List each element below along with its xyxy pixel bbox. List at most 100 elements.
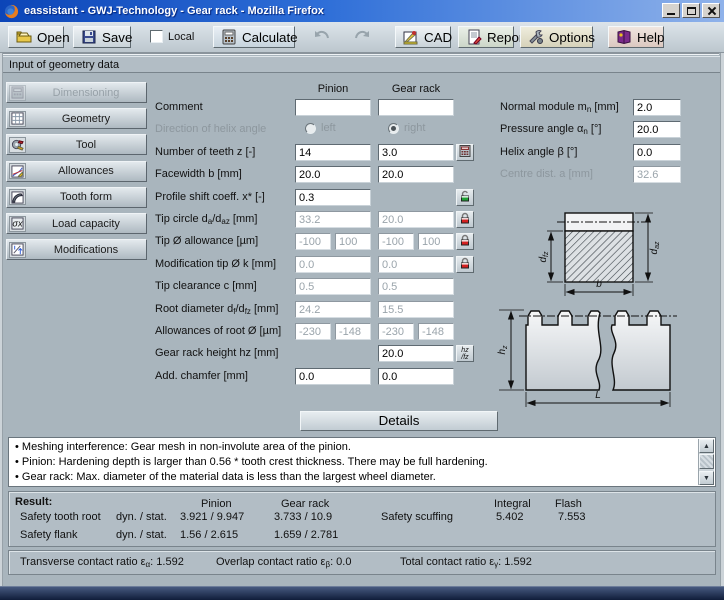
- pinion-field-upper: [335, 233, 371, 250]
- pinion-field[interactable]: [295, 99, 371, 116]
- result-extra: Safety scuffing: [381, 511, 453, 523]
- dimensioning-icon: [9, 85, 26, 101]
- close-button[interactable]: [702, 3, 720, 18]
- scroll-down-icon[interactable]: ▼: [699, 471, 714, 485]
- cad-drawing-icon: [403, 29, 419, 45]
- save-button[interactable]: Save: [73, 26, 131, 48]
- calculate-button[interactable]: Calculate: [213, 26, 295, 48]
- result-title: Result:: [15, 496, 52, 508]
- sidebar-item-label: Tooth form: [26, 191, 146, 203]
- window-title: eassistant - GWJ-Technology - Gear rack …: [24, 5, 324, 17]
- warnings-scrollbar[interactable]: ▲ ▼: [698, 439, 714, 485]
- result-header-gear-rack: Gear rack: [281, 498, 329, 510]
- details-button[interactable]: Details: [300, 411, 498, 431]
- calculate-label: Calculate: [242, 30, 298, 45]
- gear-rack-field: [378, 211, 454, 228]
- param-field[interactable]: [633, 144, 681, 161]
- calculate-teeth-button[interactable]: [456, 144, 474, 161]
- pinion-field[interactable]: [295, 368, 371, 385]
- gear-rack-field: [378, 278, 454, 295]
- helix-radio-label: left: [321, 122, 336, 135]
- gear-rack-field[interactable]: [378, 166, 454, 183]
- sidebar-item-dimensioning[interactable]: Dimensioning: [6, 82, 147, 103]
- sidebar-item-label: Modifications: [26, 244, 146, 256]
- result-label: Safety flank: [20, 529, 77, 541]
- minimize-button[interactable]: [662, 3, 680, 18]
- pinion-field[interactable]: [295, 144, 371, 161]
- result-integral: 5.402: [496, 511, 524, 523]
- result-pinion: 3.921 / 9.947: [180, 511, 244, 523]
- lock-closed-icon: [459, 212, 471, 227]
- lock-field-button[interactable]: [456, 211, 474, 228]
- allowances-icon: [9, 163, 26, 179]
- helix-radio-left[interactable]: [305, 123, 316, 134]
- param-field[interactable]: [633, 99, 681, 116]
- undo-icon: [313, 29, 331, 46]
- open-button[interactable]: Open: [8, 26, 64, 48]
- sidebar-item-label: Tool: [26, 139, 146, 151]
- lock-field-button[interactable]: [456, 233, 474, 250]
- ratio-label: Transverse contact ratio εα:: [20, 556, 153, 568]
- help-button[interactable]: Help: [608, 26, 664, 48]
- lock-open-icon: [459, 190, 471, 205]
- pinion-field-lower: [295, 323, 331, 340]
- param-label-centre-dist-a-mm: Centre dist. a [mm]: [500, 166, 630, 183]
- param-field[interactable]: [633, 121, 681, 138]
- sidebar-item-label: Dimensioning: [26, 87, 146, 99]
- scroll-up-icon[interactable]: ▲: [699, 439, 714, 453]
- gear-rack-field[interactable]: [378, 144, 454, 161]
- gear-rack-field[interactable]: [378, 345, 454, 362]
- maximize-icon: [687, 7, 696, 15]
- local-checkbox[interactable]: [150, 30, 163, 43]
- tool-icon: [9, 137, 26, 153]
- redo-icon: [353, 29, 371, 46]
- result-gear: 3.733 / 10.9: [274, 511, 332, 523]
- undo-button: [306, 27, 338, 47]
- redo-button: [346, 27, 378, 47]
- save-label: Save: [102, 30, 132, 45]
- result-header-flash: Flash: [555, 498, 582, 510]
- lock-closed-icon: [459, 257, 471, 272]
- sidebar-item-modifications[interactable]: Modifications: [6, 239, 147, 260]
- sidebar-item-tool[interactable]: Tool: [6, 134, 147, 155]
- ratio-label: Total contact ratio εγ:: [400, 556, 501, 568]
- maximize-button[interactable]: [682, 3, 700, 18]
- sidebar-item-geometry[interactable]: Geometry: [6, 108, 147, 129]
- sidebar-item-load-capacity[interactable]: σxLoad capacity: [6, 213, 147, 234]
- options-button[interactable]: Options: [520, 26, 593, 48]
- sidebar-item-tooth-form[interactable]: Tooth form: [6, 187, 147, 208]
- unlock-field-button[interactable]: [456, 189, 474, 206]
- contact-ratio-panel: Transverse contact ratio εα: 1.592Overla…: [8, 550, 716, 575]
- ratio-value: 0.0: [333, 556, 351, 568]
- warning-message: Pinion: Hardening depth is larger than 0…: [15, 455, 695, 470]
- gear-rack-field: [378, 256, 454, 273]
- firefox-icon: [4, 4, 19, 19]
- hz-fz-toggle-button[interactable]: hz/fz: [456, 345, 474, 362]
- scrollbar-thumb[interactable]: [699, 454, 714, 469]
- lock-field-button[interactable]: [456, 256, 474, 273]
- gear-rack-field[interactable]: [378, 99, 454, 116]
- svg-text:dfz: dfz: [538, 251, 550, 263]
- gear-rack-field-upper: [418, 233, 454, 250]
- gear-rack-field[interactable]: [378, 368, 454, 385]
- calculator-icon: [221, 29, 237, 45]
- ratio-value: 1.592: [153, 556, 184, 568]
- pinion-field-upper: [335, 323, 371, 340]
- result-mode: dyn. / stat.: [116, 511, 167, 523]
- toolbar-separator: [3, 53, 719, 55]
- warning-message: Gear rack: Max. diameter of the material…: [15, 470, 695, 485]
- contact-ratio-0: Transverse contact ratio εα: 1.592: [20, 556, 184, 568]
- report-button[interactable]: Report: [458, 26, 514, 48]
- cad-button[interactable]: CAD: [395, 26, 451, 48]
- load-capacity-icon: σx: [9, 216, 26, 232]
- rack-profile-diagram: hz L: [495, 303, 713, 418]
- pinion-field[interactable]: [295, 166, 371, 183]
- helix-radio-right[interactable]: [388, 123, 399, 134]
- gear-rack-field-upper: [418, 323, 454, 340]
- sidebar-item-allowances[interactable]: Allowances: [6, 161, 147, 182]
- result-flash: 7.553: [558, 511, 586, 523]
- pinion-field: [295, 211, 371, 228]
- column-header-pinion: Pinion: [295, 83, 371, 95]
- sidebar-item-label: Load capacity: [26, 218, 146, 230]
- pinion-field[interactable]: [295, 189, 371, 206]
